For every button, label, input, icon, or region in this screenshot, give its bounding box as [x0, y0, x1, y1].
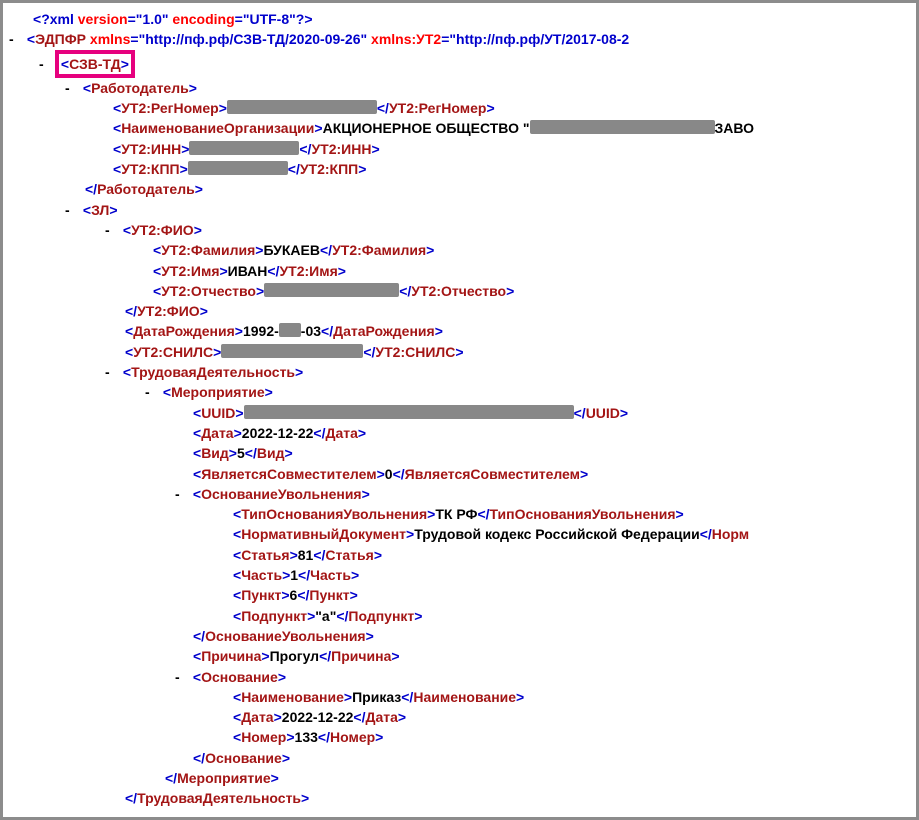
st-val: 81: [298, 547, 314, 563]
redacted: [264, 283, 399, 297]
osnuv-open-line: - <ОснованиеУвольнения>: [9, 484, 916, 504]
collapse-toggle[interactable]: -: [175, 484, 189, 504]
date-line: <Дата>2022-12-22</Дата>: [9, 423, 916, 443]
redacted: [189, 141, 299, 155]
inn-line: <УТ2:ИНН></УТ2:ИНН>: [9, 139, 916, 159]
attr-encoding: encoding: [172, 11, 234, 27]
szvtd-highlight-box: <СЗВ-ТД>: [55, 50, 135, 78]
odate-val: 2022-12-22: [282, 709, 354, 725]
vid-val: 5: [237, 445, 245, 461]
pi-close: ?>: [296, 11, 313, 27]
osn-open-line: - <Основание>: [9, 667, 916, 687]
uuid-line: <UUID></UUID>: [9, 403, 916, 423]
sov-val: 0: [385, 466, 393, 482]
osn-close-line: </Основание>: [9, 748, 916, 768]
tip-val: ТК РФ: [435, 506, 477, 522]
collapse-toggle[interactable]: -: [65, 200, 79, 220]
employer-open-line: - <Работодатель>: [9, 78, 916, 98]
fio-open-line: - <УТ2:ФИО>: [9, 220, 916, 240]
pi-name: xml: [50, 11, 74, 27]
collapse-toggle[interactable]: -: [105, 220, 119, 240]
attr-encoding-val: "UTF-8": [243, 11, 296, 27]
collapse-toggle[interactable]: -: [105, 362, 119, 382]
reason-line: <Причина>Прогул</Причина>: [9, 646, 916, 666]
redacted: [530, 120, 715, 134]
norm-line: <НормативныйДокумент>Трудовой кодекс Рос…: [9, 524, 916, 544]
naim-val: Приказ: [352, 689, 401, 705]
st-line: <Статья>81</Статья>: [9, 545, 916, 565]
vid-line: <Вид>5</Вид>: [9, 443, 916, 463]
tip-line: <ТипОснованияУвольнения>ТК РФ</ТипОснова…: [9, 504, 916, 524]
szvtd-tag: СЗВ-ТД: [69, 56, 121, 72]
attr-ns2-val: "http://пф.рф/УТ/2017-08-2: [449, 31, 629, 47]
reason-val: Прогул: [270, 648, 320, 664]
pp-val: "а": [315, 608, 336, 624]
orgname-val-suffix: ЗАВО: [715, 120, 755, 136]
norm-val: Трудовой кодекс Российской Федерации: [414, 526, 699, 542]
redacted: [227, 100, 377, 114]
ch-line: <Часть>1</Часть>: [9, 565, 916, 585]
redacted: [221, 344, 363, 358]
redacted: [279, 323, 301, 337]
kpp-line: <УТ2:КПП></УТ2:КПП>: [9, 159, 916, 179]
root-open-line: - <ЭДПФР xmlns="http://пф.рф/СЗВ-ТД/2020…: [9, 29, 916, 49]
collapse-toggle[interactable]: -: [145, 382, 159, 402]
event-close-line: </Мероприятие>: [9, 768, 916, 788]
attr-version: version: [78, 11, 128, 27]
fam-line: <УТ2:Фамилия>БУКАЕВ</УТ2:Фамилия>: [9, 240, 916, 260]
dob-post: -03: [301, 323, 321, 339]
fam-val: БУКАЕВ: [263, 242, 320, 258]
im-val: ИВАН: [228, 263, 268, 279]
fio-close-line: </УТ2:ФИО>: [9, 301, 916, 321]
date-val: 2022-12-22: [242, 425, 314, 441]
odate-line: <Дата>2022-12-22</Дата>: [9, 707, 916, 727]
employer-open: Работодатель: [91, 80, 189, 96]
pi-line: <?xml version="1.0" encoding="UTF-8"?>: [9, 9, 916, 29]
dob-line: <ДатаРождения>1992--03</ДатаРождения>: [9, 321, 916, 341]
root-tag: ЭДПФР: [35, 31, 86, 47]
attr-ns2: xmlns:УТ2: [371, 31, 441, 47]
osnuv-close-line: </ОснованиеУвольнения>: [9, 626, 916, 646]
collapse-toggle[interactable]: -: [175, 667, 189, 687]
dob-pre: 1992-: [243, 323, 279, 339]
pp-line: <Подпункт>"а"</Подпункт>: [9, 606, 916, 626]
sov-line: <ЯвляетсяСовместителем>0</ЯвляетсяСовмес…: [9, 464, 916, 484]
num-val: 133: [295, 729, 318, 745]
pu-line: <Пункт>6</Пункт>: [9, 585, 916, 605]
naim-line: <Наименование>Приказ</Наименование>: [9, 687, 916, 707]
collapse-toggle[interactable]: -: [39, 54, 53, 74]
szvtd-open-line: - <СЗВ-ТД>: [9, 50, 916, 78]
ch-val: 1: [290, 567, 298, 583]
im-line: <УТ2:Имя>ИВАН</УТ2:Имя>: [9, 261, 916, 281]
collapse-toggle[interactable]: -: [65, 78, 79, 98]
num-line: <Номер>133</Номер>: [9, 727, 916, 747]
attr-xmlns-val: "http://пф.рф/СЗВ-ТД/2020-09-26": [139, 31, 368, 47]
attr-xmlns: xmlns: [90, 31, 130, 47]
redacted: [244, 405, 574, 419]
orgname-line: <НаименованиеОрганизации>АКЦИОНЕРНОЕ ОБЩ…: [9, 118, 916, 138]
td-close-line: </ТрудоваяДеятельность>: [9, 788, 916, 808]
employer-close-line: </Работодатель>: [9, 179, 916, 199]
snils-line: <УТ2:СНИЛС></УТ2:СНИЛС>: [9, 342, 916, 362]
attr-version-val: "1.0": [136, 11, 169, 27]
orgname-val-prefix: АКЦИОНЕРНОЕ ОБЩЕСТВО ": [323, 120, 530, 136]
pi-open: <?: [33, 11, 50, 27]
zl-open-line: - <ЗЛ>: [9, 200, 916, 220]
regnum-line: <УТ2:РегНомер></УТ2:РегНомер>: [9, 98, 916, 118]
ot-line: <УТ2:Отчество></УТ2:Отчество>: [9, 281, 916, 301]
event-open-line: - <Мероприятие>: [9, 382, 916, 402]
redacted: [188, 161, 288, 175]
collapse-toggle[interactable]: -: [9, 29, 23, 49]
td-open-line: - <ТрудоваяДеятельность>: [9, 362, 916, 382]
xml-viewer: <?xml version="1.0" encoding="UTF-8"?> -…: [0, 0, 919, 820]
